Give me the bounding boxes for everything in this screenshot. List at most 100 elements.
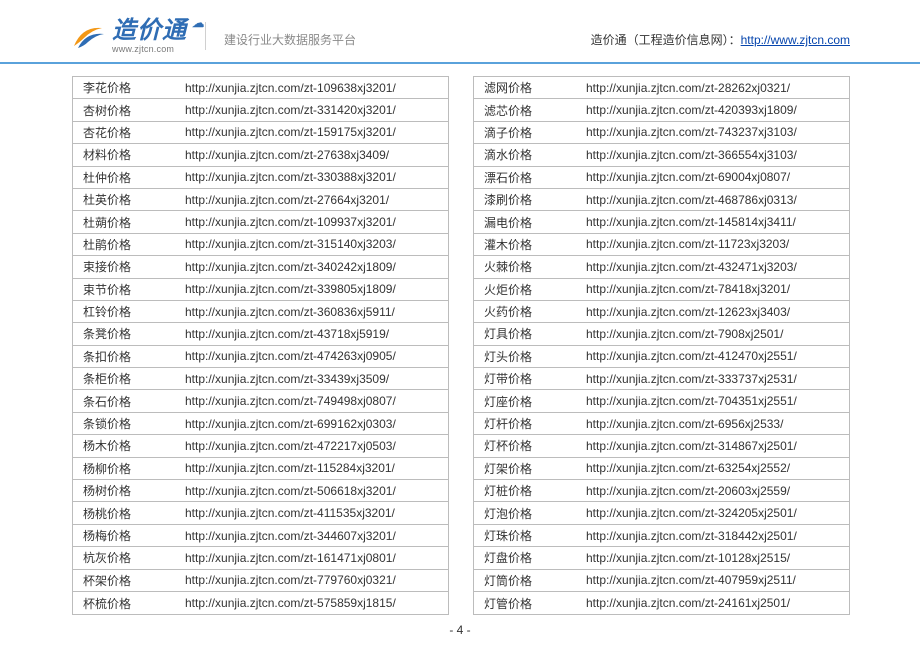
table-row: 灯管价格http://xunjia.zjtcn.com/zt-24161xj25… [474, 592, 849, 614]
price-item-url[interactable]: http://xunjia.zjtcn.com/zt-159175xj3201/ [181, 125, 448, 139]
table-row: 杜鹃价格http://xunjia.zjtcn.com/zt-315140xj3… [73, 234, 448, 256]
logo-text: 造价通 ☁ www.zjtcn.com [112, 19, 187, 54]
price-item-url[interactable]: http://xunjia.zjtcn.com/zt-360836xj5911/ [181, 305, 448, 319]
table-row: 漂石价格http://xunjia.zjtcn.com/zt-69004xj08… [474, 167, 849, 189]
price-item-name: 杜蒴价格 [73, 214, 181, 231]
price-item-url[interactable]: http://xunjia.zjtcn.com/zt-331420xj3201/ [181, 103, 448, 117]
header-right: 造价通（工程造价信息网）：http://www.zjtcn.com [591, 31, 850, 54]
price-item-url[interactable]: http://xunjia.zjtcn.com/zt-339805xj1809/ [181, 282, 448, 296]
price-item-url[interactable]: http://xunjia.zjtcn.com/zt-506618xj3201/ [181, 484, 448, 498]
price-item-name: 杨柳价格 [73, 460, 181, 477]
table-row: 灯具价格http://xunjia.zjtcn.com/zt-7908xj250… [474, 323, 849, 345]
platform-tagline: 建设行业大数据服务平台 [224, 31, 356, 54]
table-row: 灯筒价格http://xunjia.zjtcn.com/zt-407959xj2… [474, 570, 849, 592]
price-item-url[interactable]: http://xunjia.zjtcn.com/zt-407959xj2511/ [582, 573, 849, 587]
price-item-url[interactable]: http://xunjia.zjtcn.com/zt-324205xj2501/ [582, 506, 849, 520]
price-item-url[interactable]: http://xunjia.zjtcn.com/zt-420393xj1809/ [582, 103, 849, 117]
content-area: 李花价格http://xunjia.zjtcn.com/zt-109638xj3… [0, 64, 920, 615]
table-row: 杜蒴价格http://xunjia.zjtcn.com/zt-109937xj3… [73, 211, 448, 233]
table-row: 漏电价格http://xunjia.zjtcn.com/zt-145814xj3… [474, 211, 849, 233]
logo-brand-cn: 造价通 ☁ [112, 19, 187, 43]
price-item-url[interactable]: http://xunjia.zjtcn.com/zt-333737xj2531/ [582, 372, 849, 386]
table-row: 灯座价格http://xunjia.zjtcn.com/zt-704351xj2… [474, 390, 849, 412]
table-row: 杨树价格http://xunjia.zjtcn.com/zt-506618xj3… [73, 480, 448, 502]
price-item-name: 杭灰价格 [73, 549, 181, 566]
price-item-url[interactable]: http://xunjia.zjtcn.com/zt-109638xj3201/ [181, 81, 448, 95]
price-item-url[interactable]: http://xunjia.zjtcn.com/zt-161471xj0801/ [181, 551, 448, 565]
price-item-url[interactable]: http://xunjia.zjtcn.com/zt-779760xj0321/ [181, 573, 448, 587]
table-row: 条凳价格http://xunjia.zjtcn.com/zt-43718xj59… [73, 323, 448, 345]
price-item-url[interactable]: http://xunjia.zjtcn.com/zt-28262xj0321/ [582, 81, 849, 95]
price-item-name: 杨梅价格 [73, 527, 181, 544]
price-item-name: 杠铃价格 [73, 303, 181, 320]
price-item-name: 灯桩价格 [474, 482, 582, 499]
price-item-url[interactable]: http://xunjia.zjtcn.com/zt-11723xj3203/ [582, 237, 849, 251]
price-item-url[interactable]: http://xunjia.zjtcn.com/zt-575859xj1815/ [181, 596, 448, 610]
price-item-url[interactable]: http://xunjia.zjtcn.com/zt-749498xj0807/ [181, 394, 448, 408]
table-row: 杯架价格http://xunjia.zjtcn.com/zt-779760xj0… [73, 570, 448, 592]
price-item-url[interactable]: http://xunjia.zjtcn.com/zt-474263xj0905/ [181, 349, 448, 363]
price-item-url[interactable]: http://xunjia.zjtcn.com/zt-7908xj2501/ [582, 327, 849, 341]
price-item-url[interactable]: http://xunjia.zjtcn.com/zt-330388xj3201/ [181, 170, 448, 184]
price-item-url[interactable]: http://xunjia.zjtcn.com/zt-24161xj2501/ [582, 596, 849, 610]
price-item-url[interactable]: http://xunjia.zjtcn.com/zt-145814xj3411/ [582, 215, 849, 229]
table-row: 火药价格http://xunjia.zjtcn.com/zt-12623xj34… [474, 301, 849, 323]
price-item-url[interactable]: http://xunjia.zjtcn.com/zt-314867xj2501/ [582, 439, 849, 453]
price-item-url[interactable]: http://xunjia.zjtcn.com/zt-432471xj3203/ [582, 260, 849, 274]
price-item-url[interactable]: http://xunjia.zjtcn.com/zt-318442xj2501/ [582, 529, 849, 543]
table-row: 条锁价格http://xunjia.zjtcn.com/zt-699162xj0… [73, 413, 448, 435]
price-item-url[interactable]: http://xunjia.zjtcn.com/zt-412470xj2551/ [582, 349, 849, 363]
price-item-url[interactable]: http://xunjia.zjtcn.com/zt-704351xj2551/ [582, 394, 849, 408]
logo-url: www.zjtcn.com [112, 45, 187, 54]
price-item-name: 漂石价格 [474, 169, 582, 186]
table-row: 条石价格http://xunjia.zjtcn.com/zt-749498xj0… [73, 390, 448, 412]
price-item-name: 杨树价格 [73, 482, 181, 499]
price-item-name: 杏树价格 [73, 102, 181, 119]
price-item-url[interactable]: http://xunjia.zjtcn.com/zt-12623xj3403/ [582, 305, 849, 319]
vertical-divider [205, 22, 206, 50]
price-item-url[interactable]: http://xunjia.zjtcn.com/zt-366554xj3103/ [582, 148, 849, 162]
price-item-name: 灌木价格 [474, 236, 582, 253]
price-item-url[interactable]: http://xunjia.zjtcn.com/zt-344607xj3201/ [181, 529, 448, 543]
price-item-url[interactable]: http://xunjia.zjtcn.com/zt-6956xj2533/ [582, 417, 849, 431]
price-item-url[interactable]: http://xunjia.zjtcn.com/zt-78418xj3201/ [582, 282, 849, 296]
price-item-name: 滤网价格 [474, 79, 582, 96]
price-item-name: 灯杆价格 [474, 415, 582, 432]
price-item-name: 灯杯价格 [474, 437, 582, 454]
price-item-url[interactable]: http://xunjia.zjtcn.com/zt-115284xj3201/ [181, 461, 448, 475]
table-row: 束节价格http://xunjia.zjtcn.com/zt-339805xj1… [73, 279, 448, 301]
price-item-url[interactable]: http://xunjia.zjtcn.com/zt-743237xj3103/ [582, 125, 849, 139]
price-item-name: 李花价格 [73, 79, 181, 96]
table-row: 杏花价格http://xunjia.zjtcn.com/zt-159175xj3… [73, 122, 448, 144]
table-row: 杠铃价格http://xunjia.zjtcn.com/zt-360836xj5… [73, 301, 448, 323]
price-item-url[interactable]: http://xunjia.zjtcn.com/zt-10128xj2515/ [582, 551, 849, 565]
header-homepage-link[interactable]: http://www.zjtcn.com [741, 33, 850, 47]
cloud-icon: ☁ [192, 17, 205, 29]
price-item-name: 杨桃价格 [73, 505, 181, 522]
price-item-name: 条石价格 [73, 393, 181, 410]
price-item-url[interactable]: http://xunjia.zjtcn.com/zt-69004xj0807/ [582, 170, 849, 184]
table-row: 灯架价格http://xunjia.zjtcn.com/zt-63254xj25… [474, 458, 849, 480]
price-item-url[interactable]: http://xunjia.zjtcn.com/zt-468786xj0313/ [582, 193, 849, 207]
price-item-name: 漆刷价格 [474, 191, 582, 208]
price-item-url[interactable]: http://xunjia.zjtcn.com/zt-472217xj0503/ [181, 439, 448, 453]
price-item-name: 灯带价格 [474, 370, 582, 387]
price-item-url[interactable]: http://xunjia.zjtcn.com/zt-63254xj2552/ [582, 461, 849, 475]
price-item-url[interactable]: http://xunjia.zjtcn.com/zt-33439xj3509/ [181, 372, 448, 386]
price-item-url[interactable]: http://xunjia.zjtcn.com/zt-27638xj3409/ [181, 148, 448, 162]
table-row: 杨柳价格http://xunjia.zjtcn.com/zt-115284xj3… [73, 458, 448, 480]
price-item-name: 杯梳价格 [73, 595, 181, 612]
price-item-url[interactable]: http://xunjia.zjtcn.com/zt-699162xj0303/ [181, 417, 448, 431]
price-item-url[interactable]: http://xunjia.zjtcn.com/zt-411535xj3201/ [181, 506, 448, 520]
table-row: 杨桃价格http://xunjia.zjtcn.com/zt-411535xj3… [73, 502, 448, 524]
price-item-name: 火药价格 [474, 303, 582, 320]
price-item-url[interactable]: http://xunjia.zjtcn.com/zt-315140xj3203/ [181, 237, 448, 251]
table-row: 滴子价格http://xunjia.zjtcn.com/zt-743237xj3… [474, 122, 849, 144]
price-item-url[interactable]: http://xunjia.zjtcn.com/zt-109937xj3201/ [181, 215, 448, 229]
price-item-url[interactable]: http://xunjia.zjtcn.com/zt-43718xj5919/ [181, 327, 448, 341]
price-item-url[interactable]: http://xunjia.zjtcn.com/zt-27664xj3201/ [181, 193, 448, 207]
table-row: 杜仲价格http://xunjia.zjtcn.com/zt-330388xj3… [73, 167, 448, 189]
price-item-url[interactable]: http://xunjia.zjtcn.com/zt-20603xj2559/ [582, 484, 849, 498]
price-item-url[interactable]: http://xunjia.zjtcn.com/zt-340242xj1809/ [181, 260, 448, 274]
table-row: 火棘价格http://xunjia.zjtcn.com/zt-432471xj3… [474, 256, 849, 278]
